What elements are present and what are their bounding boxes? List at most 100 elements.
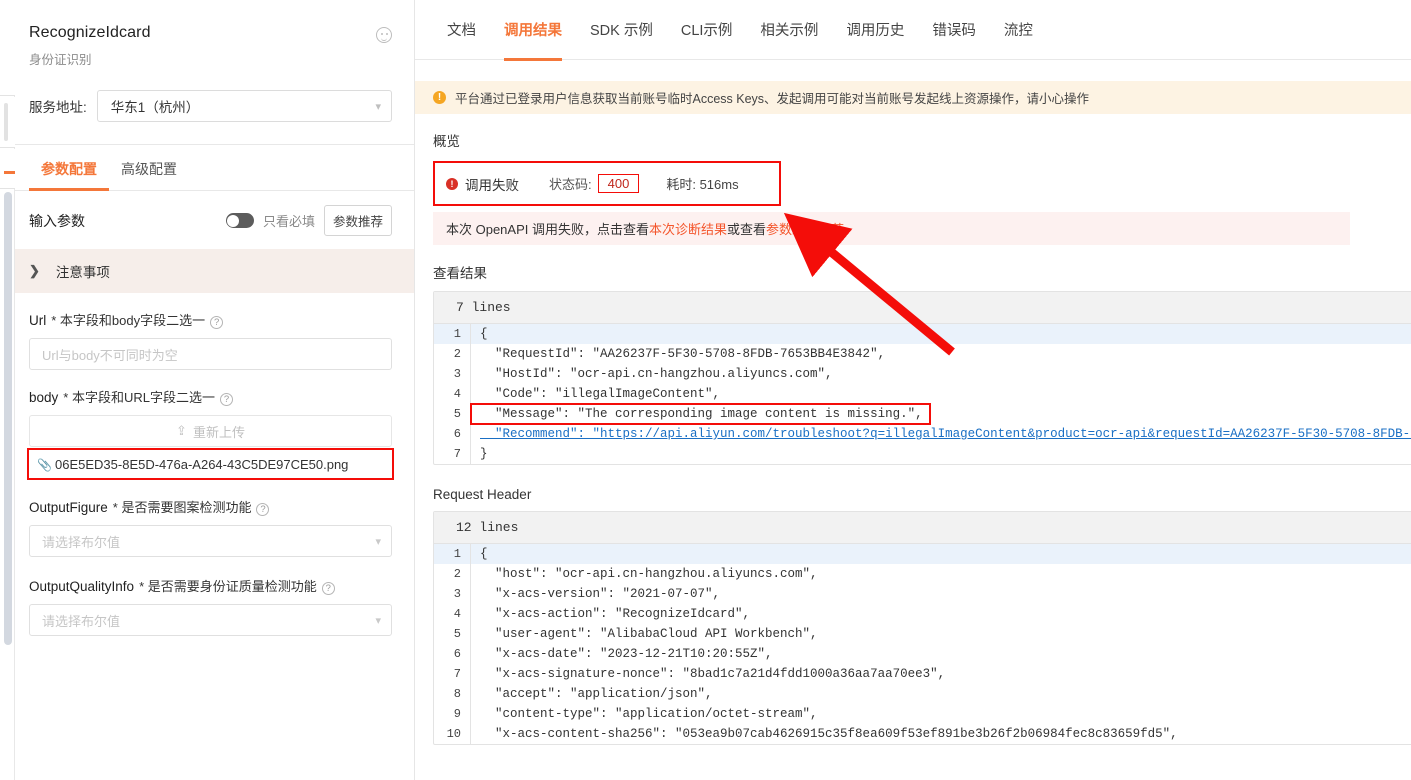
- notice-accordion[interactable]: ❯ 注意事项: [15, 249, 414, 293]
- outputqualityinfo-select[interactable]: 请选择布尔值 ▾: [29, 604, 392, 636]
- line-number: 6: [453, 427, 461, 441]
- request-header-title: Request Header: [433, 487, 532, 502]
- tab-related-example[interactable]: 相关示例: [746, 0, 832, 60]
- help-icon[interactable]: ?: [256, 503, 270, 516]
- url-input[interactable]: Url与body不可同时为空: [29, 338, 392, 370]
- tab-call-result[interactable]: 调用结果: [490, 0, 576, 61]
- diagnosis-link[interactable]: 本次诊断结果: [649, 219, 727, 238]
- code-line: 10 "x-acs-content-sha256": "053ea9b07cab…: [434, 724, 1411, 744]
- code-line: 5 "user-agent": "AlibabaCloud API Workbe…: [434, 624, 1411, 644]
- reupload-button[interactable]: ⇪ 重新上传: [29, 415, 392, 447]
- line-number: 5: [453, 627, 461, 641]
- elapsed-value: 516ms: [699, 177, 739, 192]
- result-panel: 文档 调用结果 SDK 示例 CLI示例 相关示例 调用历史 错误码 流控 ! …: [415, 0, 1411, 780]
- tab-cli-example[interactable]: CLI示例: [667, 0, 747, 60]
- code-line: 4 "x-acs-action": "RecognizeIdcard",: [434, 604, 1411, 624]
- tab-advanced-config[interactable]: 高级配置: [109, 145, 189, 190]
- page-scrollbar-thumb[interactable]: [4, 192, 12, 645]
- api-subtitle: 身份证识别: [29, 53, 92, 67]
- call-result-text: 调用失败: [465, 177, 519, 193]
- tab-param-config[interactable]: 参数配置: [29, 145, 109, 191]
- help-icon[interactable]: ?: [210, 316, 224, 329]
- required-only-label: 只看必填: [262, 214, 315, 229]
- code-line: 8 "accept": "application/json",: [434, 684, 1411, 704]
- response-code-body[interactable]: 1{ 2 "RequestId": "AA26237F-5F30-5708-8F…: [434, 324, 1411, 464]
- access-key-warning-banner: ! 平台通过已登录用户信息获取当前账号临时Access Keys、发起调用可能对…: [415, 81, 1411, 114]
- field-outputfigure-hint: * 是否需要图案检测功能: [112, 500, 252, 515]
- gutter-mini-scrollbar[interactable]: [4, 103, 8, 141]
- tab-sdk-example[interactable]: SDK 示例: [576, 0, 667, 60]
- code-line: 6 "x-acs-date": "2023-12-21T10:20:55Z",: [434, 644, 1411, 664]
- chevron-right-icon: ❯: [29, 263, 40, 278]
- tab-flow-control[interactable]: 流控: [990, 0, 1047, 60]
- result-tabs: 文档 调用结果 SDK 示例 CLI示例 相关示例 调用历史 错误码 流控: [415, 0, 1411, 61]
- line-text: "HostId": "ocr-api.cn-hangzhou.aliyuncs.…: [480, 367, 833, 381]
- field-body: body * 本字段和URL字段二选一 ? ⇪ 重新上传 📎 06E5ED35-…: [15, 387, 414, 480]
- code-line: 1{: [434, 324, 1411, 344]
- config-tabs: 参数配置 高级配置: [15, 145, 414, 191]
- line-text: "x-acs-signature-nonce": "8bad1c7a21d4fd…: [480, 667, 946, 681]
- line-text: "x-acs-date": "2023-12-21T10:20:55Z",: [480, 647, 773, 661]
- input-params-header: 输入参数 只看必填 参数推荐: [15, 191, 414, 249]
- field-outputfigure-name: OutputFigure: [29, 500, 108, 515]
- line-number: 10: [446, 727, 461, 741]
- failure-hint-strip: 本次 OpenAPI 调用失败，点击查看 本次诊断结果 或查看 参数组合推荐: [433, 212, 1350, 245]
- line-number: 3: [453, 367, 461, 381]
- region-select-value: 华东1（杭州）: [110, 100, 200, 115]
- line-text[interactable]: "Recommend": "https://api.aliyun.com/tro…: [480, 427, 1411, 441]
- line-text: "user-agent": "AlibabaCloud API Workbenc…: [480, 627, 818, 641]
- line-number: 3: [453, 587, 461, 601]
- help-icon[interactable]: ?: [321, 582, 335, 595]
- status-code-value: 400: [597, 174, 640, 193]
- warning-icon: !: [433, 91, 446, 104]
- line-text: "Message": "The corresponding image cont…: [480, 407, 923, 421]
- field-url: Url * 本字段和body字段二选一 ? Url与body不可同时为空: [15, 310, 414, 370]
- request-header-code-body[interactable]: 1{ 2 "host": "ocr-api.cn-hangzhou.aliyun…: [434, 544, 1411, 744]
- field-outputqualityinfo-hint: * 是否需要身份证质量检测功能: [139, 579, 317, 594]
- warning-text: 平台通过已登录用户信息获取当前账号临时Access Keys、发起调用可能对当前…: [455, 92, 1090, 106]
- response-lines-count: 7 lines: [434, 292, 1411, 324]
- line-number: 1: [453, 327, 461, 341]
- code-line: 3 "x-acs-version": "2021-07-07",: [434, 584, 1411, 604]
- call-status-box: ! 调用失败 状态码: 400 耗时: 516ms: [433, 161, 781, 206]
- region-selector-row: 服务地址: 华东1（杭州） ▾: [29, 90, 392, 122]
- api-config-panel: RecognizeIdcard 身份证识别 服务地址: 华东1（杭州） ▾ 参数…: [15, 0, 415, 780]
- api-title: RecognizeIdcard: [29, 24, 151, 41]
- region-select[interactable]: 华东1（杭州） ▾: [96, 90, 392, 122]
- field-outputfigure: OutputFigure * 是否需要图案检测功能 ? 请选择布尔值 ▾: [15, 497, 414, 557]
- api-workbench-page: RecognizeIdcard 身份证识别 服务地址: 华东1（杭州） ▾ 参数…: [0, 0, 1411, 780]
- line-text: "RequestId": "AA26237F-5F30-5708-8FDB-76…: [480, 347, 886, 361]
- line-number: 6: [453, 647, 461, 661]
- tab-docs[interactable]: 文档: [433, 0, 490, 60]
- field-url-hint: * 本字段和body字段二选一: [51, 313, 206, 328]
- upload-icon: ⇪: [176, 423, 187, 438]
- uploaded-file-row[interactable]: 📎 06E5ED35-8E5D-476a-A264-43C5DE97CE50.p…: [27, 448, 394, 480]
- failure-hint-middle: 或查看: [727, 222, 767, 237]
- param-combination-link[interactable]: 参数组合推荐: [766, 219, 844, 238]
- param-recommend-button[interactable]: 参数推荐: [323, 205, 392, 236]
- required-only-toggle[interactable]: [225, 213, 254, 228]
- line-text: }: [480, 447, 488, 461]
- outputqualityinfo-placeholder: 请选择布尔值: [42, 613, 121, 629]
- code-line: 2 "host": "ocr-api.cn-hangzhou.aliyuncs.…: [434, 564, 1411, 584]
- tab-call-history[interactable]: 调用历史: [832, 0, 918, 60]
- error-icon: !: [446, 177, 458, 190]
- input-params-title: 输入参数: [29, 212, 85, 229]
- help-icon[interactable]: ?: [219, 393, 233, 406]
- chevron-down-icon: ▾: [375, 535, 381, 548]
- smiley-face-icon[interactable]: [376, 27, 392, 43]
- code-line: 2 "RequestId": "AA26237F-5F30-5708-8FDB-…: [434, 344, 1411, 364]
- code-line: 7 "x-acs-signature-nonce": "8bad1c7a21d4…: [434, 664, 1411, 684]
- request-header-code-block: 12 lines 1{ 2 "host": "ocr-api.cn-hangzh…: [433, 511, 1411, 745]
- line-number: 2: [453, 347, 461, 361]
- outputfigure-select[interactable]: 请选择布尔值 ▾: [29, 525, 392, 557]
- code-line: 5 "Message": "The corresponding image co…: [434, 403, 1411, 425]
- field-body-name: body: [29, 390, 59, 405]
- tab-error-codes[interactable]: 错误码: [918, 0, 990, 60]
- line-text: {: [480, 547, 488, 561]
- url-input-placeholder: Url与body不可同时为空: [42, 347, 178, 363]
- code-line: 1{: [434, 544, 1411, 564]
- field-outputqualityinfo-name: OutputQualityInfo: [29, 579, 135, 594]
- line-text: "x-acs-version": "2021-07-07",: [480, 587, 721, 601]
- elapsed-label: 耗时:: [666, 177, 696, 192]
